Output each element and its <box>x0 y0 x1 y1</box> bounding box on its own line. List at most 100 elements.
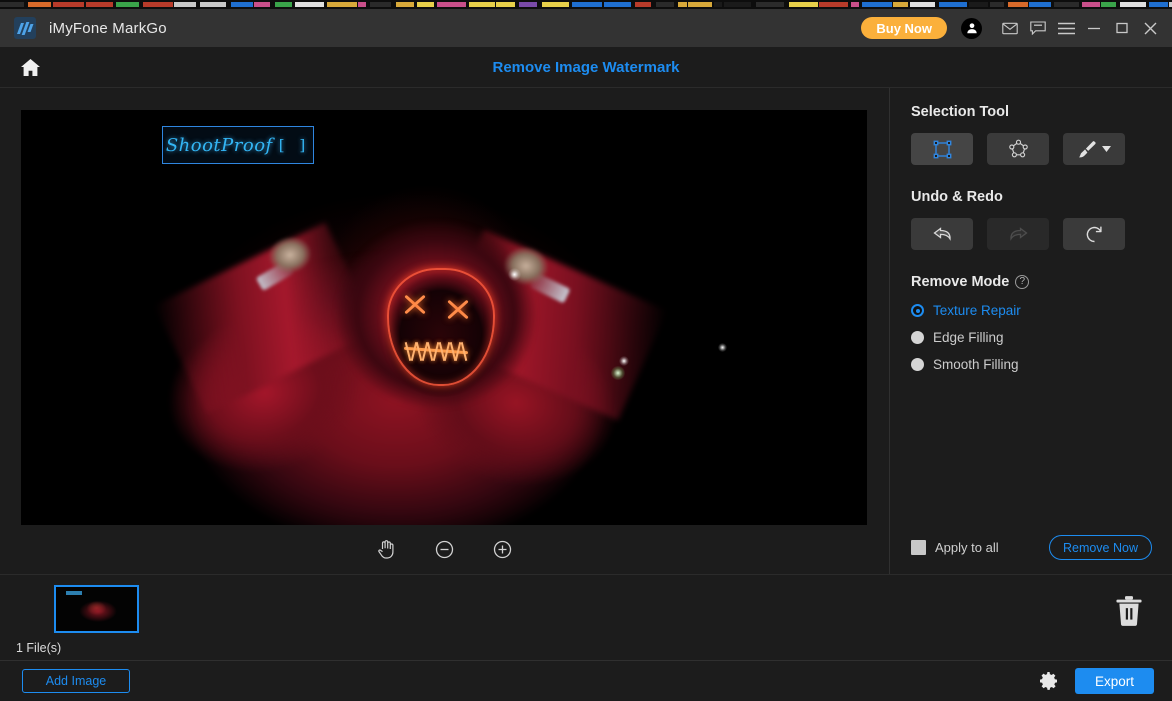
zoom-out-icon[interactable] <box>431 536 457 562</box>
footer-right-group: Export <box>1039 668 1172 694</box>
sliver-block <box>893 2 908 7</box>
sliver-block <box>417 2 434 7</box>
chevron-down-icon <box>1102 146 1111 152</box>
remove-mode-option-label: Edge Filling <box>933 330 1004 345</box>
canvas-area: ShootProof[ ] <box>0 88 890 574</box>
markgo-logo-icon <box>14 17 36 39</box>
pan-hand-icon[interactable] <box>373 536 399 562</box>
radio-button <box>911 358 924 371</box>
title-bar: iMyFone MarkGo Buy Now <box>0 9 1172 47</box>
thumbnail-strip: 1 File(s) <box>0 574 1172 660</box>
sliver-block <box>819 2 848 7</box>
mail-icon[interactable] <box>996 14 1024 42</box>
sliver-block <box>1101 2 1116 7</box>
buy-now-button[interactable]: Buy Now <box>861 17 947 39</box>
sliver-block <box>789 2 818 7</box>
footer-bar: Add Image Export <box>0 660 1172 701</box>
photo-hand-right <box>495 238 557 295</box>
sliver-block <box>519 2 537 7</box>
thumbnail-item[interactable] <box>54 585 139 633</box>
gear-settings-icon[interactable] <box>1039 671 1059 691</box>
remove-mode-option-label: Texture Repair <box>933 303 1021 318</box>
account-avatar-icon[interactable] <box>961 18 982 39</box>
redo-icon[interactable] <box>987 218 1049 250</box>
photo-mask-eye-left <box>402 292 428 318</box>
sliver-block <box>437 2 466 7</box>
sliver-block <box>542 2 569 7</box>
remove-mode-option[interactable]: Texture Repair <box>911 303 1152 318</box>
remove-now-button[interactable]: Remove Now <box>1049 535 1152 560</box>
sliver-block <box>295 2 324 7</box>
sliver-block <box>358 2 366 7</box>
trash-delete-icon[interactable] <box>1114 595 1144 627</box>
app-window: iMyFone MarkGo Buy Now Remove Image Wate… <box>0 0 1172 701</box>
photo-highlight-3 <box>718 343 727 352</box>
image-preview[interactable]: ShootProof[ ] <box>21 110 867 525</box>
panel-bottom-bar: Apply to all Remove Now <box>911 535 1152 560</box>
remove-mode-title: Remove Mode ? <box>911 274 1152 290</box>
sliver-block <box>851 2 859 7</box>
watermark-text: ShootProof[ ] <box>163 127 313 163</box>
selection-tool-title: Selection Tool <box>911 104 1152 120</box>
chat-feedback-icon[interactable] <box>1024 14 1052 42</box>
remove-mode-options: Texture Repair Edge Filling Smooth Filling <box>911 303 1152 372</box>
watermark-selection-box[interactable]: ShootProof[ ] <box>162 126 314 164</box>
thumbnail-watermark-mark <box>66 591 82 595</box>
reset-icon[interactable] <box>1063 218 1125 250</box>
help-question-icon[interactable]: ? <box>1015 275 1029 289</box>
minimize-icon[interactable] <box>1080 14 1108 42</box>
remove-mode-option-label: Smooth Filling <box>933 357 1019 372</box>
photo-mask-eye-right <box>445 297 471 323</box>
sliver-block <box>327 2 357 7</box>
titlebar-controls: Buy Now <box>861 14 1172 42</box>
brush-select-icon[interactable] <box>1063 133 1125 165</box>
sliver-block <box>86 2 113 7</box>
sliver-block <box>396 2 414 7</box>
tools-panel: Selection Tool Undo & Redo Remove Mode ?… <box>891 88 1172 574</box>
undo-redo-title: Undo & Redo <box>911 189 1152 205</box>
remove-mode-option[interactable]: Smooth Filling <box>911 357 1152 372</box>
workspace: ShootProof[ ] Selection Tool Undo & Redo… <box>0 88 1172 574</box>
sliver-block <box>275 2 292 7</box>
maximize-icon[interactable] <box>1108 14 1136 42</box>
sliver-block <box>200 2 226 7</box>
sliver-block <box>254 2 270 7</box>
sliver-block <box>1008 2 1028 7</box>
sliver-block <box>116 2 139 7</box>
sliver-block <box>1082 2 1100 7</box>
sliver-block <box>53 2 84 7</box>
export-button[interactable]: Export <box>1075 668 1154 694</box>
sliver-block <box>231 2 253 7</box>
sliver-block <box>1149 2 1168 7</box>
sliver-block <box>688 2 712 7</box>
polygon-select-icon[interactable] <box>987 133 1049 165</box>
sliver-block <box>939 2 967 7</box>
sliver-block <box>604 2 631 7</box>
file-count-label: 1 File(s) <box>16 641 61 655</box>
sliver-block <box>496 2 515 7</box>
hamburger-menu-icon[interactable] <box>1052 14 1080 42</box>
checkbox-box <box>911 540 926 555</box>
rectangle-select-icon[interactable] <box>911 133 973 165</box>
apply-to-all-checkbox[interactable]: Apply to all <box>911 540 999 555</box>
sliver-block <box>635 2 651 7</box>
sliver-block <box>1054 2 1079 7</box>
photo-highlight-1 <box>508 268 521 281</box>
sliver-block <box>572 2 602 7</box>
page-title: Remove Image Watermark <box>0 59 1172 76</box>
zoom-in-icon[interactable] <box>489 536 515 562</box>
close-icon[interactable] <box>1136 14 1164 42</box>
sliver-block <box>990 2 1004 7</box>
add-image-button[interactable]: Add Image <box>22 669 130 693</box>
apply-to-all-label: Apply to all <box>935 540 999 555</box>
sliver-block <box>469 2 495 7</box>
nav-bar: Remove Image Watermark <box>0 47 1172 88</box>
radio-button <box>911 304 924 317</box>
remove-mode-option[interactable]: Edge Filling <box>911 330 1152 345</box>
sliver-block <box>724 2 751 7</box>
home-icon[interactable] <box>16 53 44 81</box>
sliver-block <box>910 2 935 7</box>
undo-icon[interactable] <box>911 218 973 250</box>
sliver-block <box>969 2 988 7</box>
sliver-block <box>1029 2 1051 7</box>
